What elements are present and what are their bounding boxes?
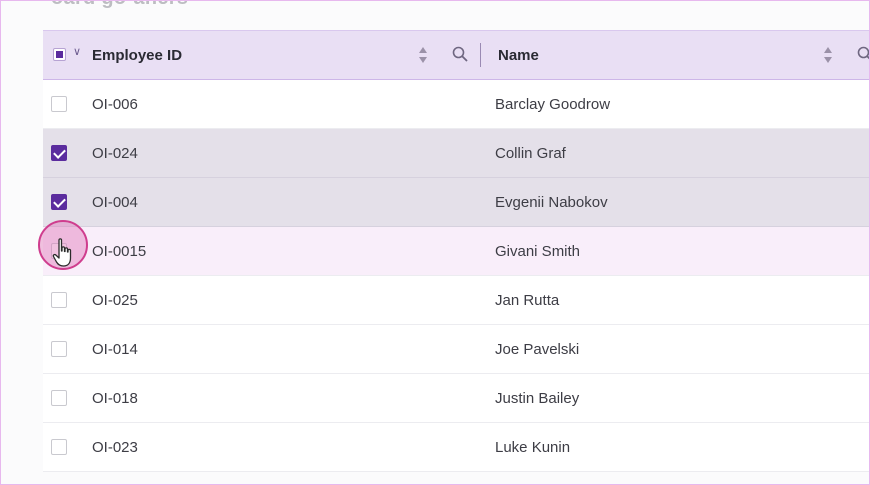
employee-id-cell: OI-0015	[92, 242, 147, 260]
table-row[interactable]: OI-006 Barclay Goodrow	[43, 80, 869, 129]
column-header-name[interactable]: Name	[498, 31, 539, 79]
column-header-employee-id[interactable]: Employee ID	[92, 31, 182, 79]
employee-id-cell: OI-014	[92, 340, 138, 358]
column-resize-handle[interactable]	[480, 43, 481, 67]
sort-icon[interactable]	[418, 46, 428, 64]
chevron-down-icon[interactable]: ∨	[73, 45, 81, 58]
row-checkbox[interactable]	[51, 439, 67, 455]
name-cell: Evgenii Nabokov	[495, 193, 608, 211]
table-row[interactable]: OI-014 Joe Pavelski	[43, 325, 869, 374]
row-checkbox[interactable]	[51, 96, 67, 112]
table-row[interactable]: OI-0015 Givani Smith	[43, 227, 869, 276]
name-cell: Luke Kunin	[495, 438, 571, 456]
hand-pointer-icon	[52, 238, 72, 267]
name-cell: Givani Smith	[495, 242, 581, 260]
employee-id-cell: OI-018	[92, 389, 138, 407]
select-all-checkbox[interactable]	[53, 48, 66, 61]
table-row[interactable]: OI-023 Luke Kunin	[43, 423, 869, 472]
employee-id-cell: OI-006	[92, 95, 138, 113]
name-cell: Justin Bailey	[495, 389, 580, 407]
employee-id-cell: OI-023	[92, 438, 138, 456]
table-row[interactable]: OI-025 Jan Rutta	[43, 276, 869, 325]
row-checkbox[interactable]	[51, 341, 67, 357]
search-icon[interactable]	[857, 46, 870, 62]
page-title: oard go-aners	[51, 1, 188, 10]
row-checkbox[interactable]	[51, 145, 67, 161]
table-header: ∨ Employee ID Name	[43, 30, 870, 80]
employee-id-cell: OI-025	[92, 291, 138, 309]
page-header: oard go-aners	[1, 1, 869, 31]
name-cell: Joe Pavelski	[495, 340, 580, 358]
employee-table: ∨ Employee ID Name OI-006 Barclay Goodro…	[43, 30, 870, 472]
sort-icon[interactable]	[823, 46, 833, 64]
employee-id-cell: OI-004	[92, 193, 138, 211]
row-checkbox[interactable]	[51, 292, 67, 308]
search-icon[interactable]	[452, 46, 468, 62]
app-frame: oard go-aners ∨ Employee ID Name	[0, 0, 870, 485]
row-checkbox[interactable]	[51, 390, 67, 406]
table-row[interactable]: OI-004 Evgenii Nabokov	[43, 178, 869, 227]
row-checkbox[interactable]	[51, 194, 67, 210]
name-cell: Barclay Goodrow	[495, 95, 611, 113]
employee-id-cell: OI-024	[92, 144, 138, 162]
table-row[interactable]: OI-024 Collin Graf	[43, 129, 869, 178]
name-cell: Jan Rutta	[495, 291, 560, 309]
table-row[interactable]: OI-018 Justin Bailey	[43, 374, 869, 423]
name-cell: Collin Graf	[495, 144, 566, 162]
